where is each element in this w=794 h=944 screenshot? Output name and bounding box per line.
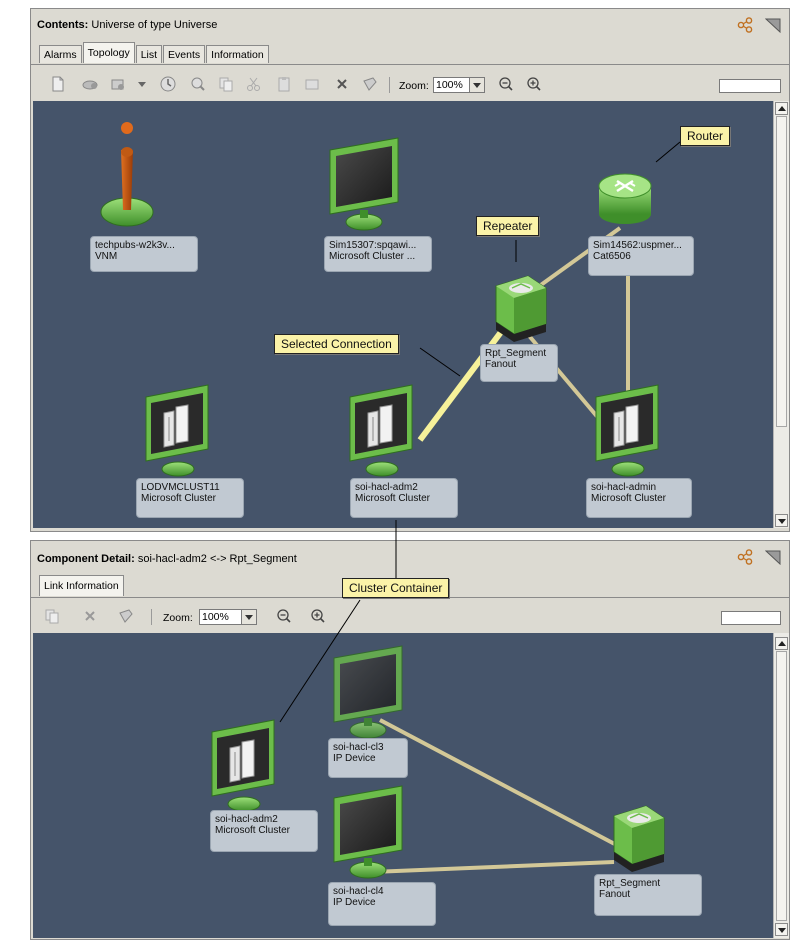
node-label[interactable]: soi-hacl-adm2 Microsoft Cluster <box>210 810 318 852</box>
cluster-container-callout: Cluster Container <box>342 578 450 598</box>
cluster-icon <box>211 719 275 812</box>
router-callout-line <box>655 141 681 163</box>
cluster-icon <box>349 384 413 477</box>
node-label[interactable]: soi-hacl-adm2 Microsoft Cluster <box>350 478 458 518</box>
node-type: Fanout <box>485 359 517 370</box>
node-name: Sim14562:uspmer... <box>593 240 682 251</box>
cluster-icon <box>595 384 659 477</box>
repeater-callout: Repeater <box>476 216 540 236</box>
router-callout: Router <box>680 126 731 146</box>
node-name: LODVMCLUST11 <box>141 482 220 493</box>
vnm-pin-icon <box>100 122 154 227</box>
monitor-icon <box>329 137 399 231</box>
node-label[interactable]: Rpt_Segment Fanout <box>480 344 558 382</box>
node-type: Microsoft Cluster ... <box>329 251 416 262</box>
link-cl3-repeater <box>379 718 627 852</box>
node-type: Cat6506 <box>593 251 631 262</box>
selected-connection-callout-line <box>419 347 461 377</box>
node-name: soi-hacl-cl3 <box>333 742 384 753</box>
node-type: Microsoft Cluster <box>591 493 667 504</box>
node-type: Microsoft Cluster <box>141 493 217 504</box>
selected-connection-callout: Selected Connection <box>274 334 399 354</box>
node-type: VNM <box>95 251 118 262</box>
node-label[interactable]: LODVMCLUST11 Microsoft Cluster <box>136 478 244 518</box>
node-name: soi-hacl-adm2 <box>215 814 278 825</box>
node-label[interactable]: soi-hacl-admin Microsoft Cluster <box>586 478 692 518</box>
node-label[interactable]: soi-hacl-cl4 IP Device <box>328 882 436 926</box>
node-label[interactable]: Sim14562:uspmer... Cat6506 <box>588 236 694 276</box>
node-type: Microsoft Cluster <box>355 493 431 504</box>
node-name: soi-hacl-cl4 <box>333 886 384 897</box>
router-icon <box>597 172 653 226</box>
node-name: soi-hacl-adm2 <box>355 482 418 493</box>
link-cl4-repeater <box>371 860 615 874</box>
node-name: Sim15307:spqawi... <box>329 240 417 251</box>
node-type: IP Device <box>333 897 376 908</box>
node-type: Microsoft Cluster <box>215 825 291 836</box>
node-label[interactable]: techpubs-w2k3v... VNM <box>90 236 198 272</box>
node-name: Rpt_Segment <box>599 878 661 889</box>
repeater-icon <box>495 275 547 343</box>
topology-diagram <box>100 122 681 879</box>
node-name: techpubs-w2k3v... <box>95 240 175 251</box>
monitor-icon <box>333 785 403 879</box>
node-label[interactable]: soi-hacl-cl3 IP Device <box>328 738 408 778</box>
node-label[interactable]: Rpt_Segment Fanout <box>594 874 702 916</box>
node-name: soi-hacl-admin <box>591 482 657 493</box>
node-label[interactable]: Sim15307:spqawi... Microsoft Cluster ... <box>324 236 432 272</box>
repeater-icon <box>613 805 665 873</box>
cluster-icon <box>145 384 209 477</box>
node-type: IP Device <box>333 753 376 764</box>
node-name: Rpt_Segment <box>485 348 547 359</box>
node-type: Fanout <box>599 889 631 900</box>
